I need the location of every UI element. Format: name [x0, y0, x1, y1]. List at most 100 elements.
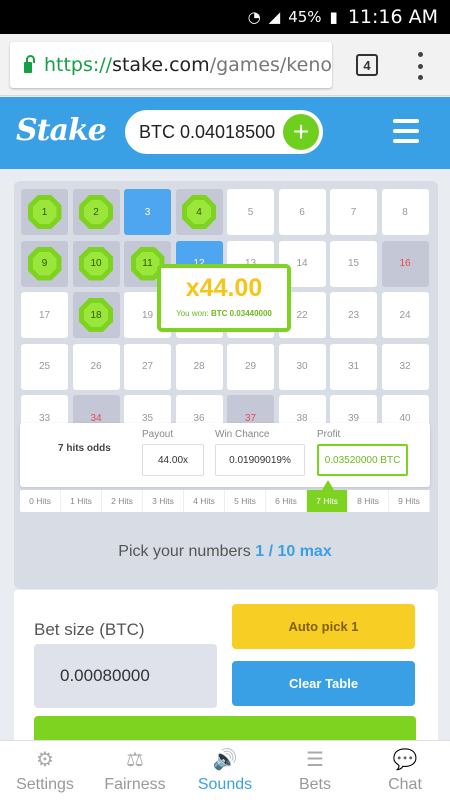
win-multiplier: x44.00 — [185, 274, 263, 302]
tile-number: 14 — [296, 258, 308, 269]
tile-number: 6 — [299, 206, 305, 218]
tile-number: 9 — [41, 258, 48, 269]
nav-item-sounds[interactable]: 🔊 Sounds — [180, 741, 270, 800]
battery-icon: ▮ — [329, 8, 338, 26]
keno-tile[interactable]: 2 — [72, 189, 120, 235]
hamburger-menu-icon[interactable] — [393, 119, 419, 143]
keno-tile[interactable]: 23 — [330, 292, 377, 338]
keno-tile[interactable]: 24 — [381, 292, 429, 338]
profit-value: 0.03520000 BTC — [317, 444, 408, 476]
clear-table-button[interactable]: Clear Table — [232, 661, 415, 706]
deposit-button[interactable]: + — [283, 114, 319, 150]
keno-tile[interactable]: 8 — [381, 189, 429, 235]
tile-number: 38 — [296, 412, 308, 424]
tile-number: 10 — [90, 258, 102, 269]
keno-tile[interactable]: 6 — [278, 189, 326, 235]
wallet-balance[interactable]: BTC 0.04018500 + — [125, 110, 323, 154]
pick-instruction: Pick your numbers 1 / 10 max — [0, 543, 450, 561]
keno-tile[interactable]: 7 — [330, 189, 377, 235]
keno-tile[interactable]: 28 — [175, 343, 223, 390]
tab-switcher-button[interactable]: 4 — [356, 54, 378, 76]
hits-tabs: 0 Hits 1 Hits 2 Hits 3 Hits 4 Hits 5 Hits 6 Hi… — [20, 490, 430, 512]
tile-number: 34 — [90, 412, 102, 424]
gem-icon: 4 — [182, 195, 216, 229]
tile-number: 23 — [347, 309, 360, 321]
wifi-icon: ◔ — [247, 8, 261, 26]
nav-item-settings[interactable]: ⚙ Settings — [0, 741, 90, 800]
payout-label: Payout — [142, 429, 174, 440]
keno-tile[interactable]: 10 — [72, 240, 120, 287]
stake-logo[interactable]: Stake — [16, 113, 107, 148]
tile-number: 17 — [38, 309, 51, 321]
address-bar[interactable]: https://stake.com/games/keno — [10, 42, 332, 88]
tile-number: 15 — [347, 258, 360, 269]
keno-tile[interactable]: 32 — [381, 343, 429, 390]
keno-tile[interactable]: 3 — [124, 189, 171, 235]
keno-tile[interactable]: 30 — [278, 343, 326, 390]
keno-tile[interactable]: 16 — [381, 240, 429, 287]
keno-tile[interactable]: 17 — [21, 292, 68, 338]
nav-item-bets[interactable]: ☰ Bets — [270, 741, 360, 800]
keno-tile[interactable]: 29 — [227, 343, 274, 390]
keno-tile[interactable]: 31 — [330, 343, 377, 390]
bet-size-label: Bet size (BTC) — [34, 620, 145, 639]
hits-tab[interactable]: 8 Hits — [348, 490, 389, 512]
keno-tile[interactable]: 4 — [175, 189, 223, 235]
nav-item-chat[interactable]: 💬 Chat — [360, 741, 450, 800]
hits-tab[interactable]: 1 Hits — [61, 490, 102, 512]
gem-icon: 9 — [27, 246, 62, 281]
keno-tile[interactable]: 9 — [21, 240, 68, 287]
tile-number: 32 — [399, 361, 411, 372]
keno-tile[interactable]: 26 — [72, 343, 120, 390]
bet-size-input[interactable]: 0.00080000 — [34, 644, 217, 708]
speaker-icon: 🔊 — [212, 748, 238, 771]
gear-icon: ⚙ — [36, 748, 54, 771]
tile-number: 19 — [141, 309, 154, 321]
keno-tile[interactable]: 5 — [227, 189, 274, 235]
chat-icon: 💬 — [392, 748, 418, 771]
tile-number: 2 — [93, 206, 99, 218]
nav-label: Chat — [388, 776, 422, 793]
hits-tab[interactable]: 4 Hits — [184, 490, 225, 512]
nav-item-fairness[interactable]: ⚖ Fairness — [90, 741, 180, 800]
won-line: You won: BTC 0.03440000 — [161, 309, 287, 318]
tile-number: 27 — [141, 361, 154, 372]
hits-tab[interactable]: 0 Hits — [20, 490, 61, 512]
keno-tile[interactable]: 1 — [21, 189, 68, 235]
tile-number: 4 — [196, 206, 202, 218]
tile-number: 30 — [296, 361, 308, 372]
gem-icon: 1 — [27, 195, 62, 229]
hits-tab[interactable]: 5 Hits — [225, 490, 266, 512]
tile-number: 29 — [244, 361, 257, 372]
keno-tile[interactable]: 18 — [72, 292, 120, 338]
keno-tile[interactable]: 27 — [124, 343, 171, 390]
tile-number: 39 — [347, 412, 360, 424]
won-amount: BTC 0.03440000 — [210, 309, 272, 318]
tile-number: 37 — [244, 412, 257, 424]
nav-label: Fairness — [104, 776, 166, 793]
lock-icon — [24, 55, 35, 73]
auto-pick-button[interactable]: Auto pick 1 — [232, 604, 415, 649]
win-chance-value: 0.01909019% — [215, 444, 305, 476]
hits-tab[interactable]: 7 Hits — [307, 490, 348, 512]
tile-number: 22 — [296, 309, 308, 321]
keno-tile[interactable]: 15 — [330, 240, 377, 287]
hits-tab[interactable]: 2 Hits — [102, 490, 143, 512]
keno-tile[interactable]: 25 — [21, 343, 68, 390]
tile-number: 36 — [193, 412, 205, 424]
url-host: stake.com — [112, 54, 210, 76]
browser-toolbar: https://stake.com/games/keno 4 — [0, 34, 450, 96]
tile-number: 16 — [399, 258, 411, 269]
tile-number: 24 — [399, 309, 411, 321]
signal-icon: ◢ — [268, 8, 281, 26]
hits-tab[interactable]: 6 Hits — [266, 490, 307, 512]
tile-number: 26 — [90, 361, 102, 372]
active-hits-pointer — [322, 480, 334, 490]
tile-number: 5 — [247, 206, 254, 218]
tile-number: 3 — [144, 206, 151, 218]
gem-icon: 10 — [79, 246, 113, 281]
profit-label: Profit — [317, 429, 341, 440]
hits-tab[interactable]: 9 Hits — [389, 490, 430, 512]
overflow-menu-icon[interactable] — [412, 52, 428, 80]
hits-tab[interactable]: 3 Hits — [143, 490, 184, 512]
